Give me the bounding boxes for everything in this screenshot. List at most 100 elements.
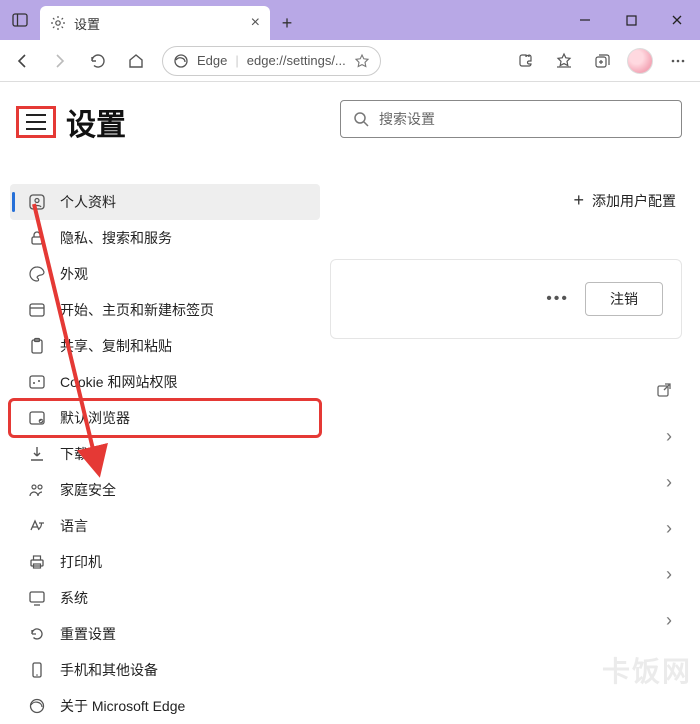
browser-tab-active[interactable]: 设置 × — [40, 6, 270, 40]
more-button[interactable] — [660, 43, 696, 79]
browser-default-icon — [28, 409, 46, 427]
page-header: 设置 — [10, 100, 320, 144]
menu-label: Cookie 和网站权限 — [60, 372, 177, 392]
menu-label: 默认浏览器 — [60, 408, 130, 428]
chevron-right-icon: › — [666, 610, 672, 631]
profile-option-row[interactable]: › — [330, 505, 682, 551]
palette-icon — [28, 265, 46, 283]
add-profile-button[interactable]: + 添加用户配置 — [330, 190, 676, 211]
refresh-button[interactable] — [80, 43, 116, 79]
cookie-icon — [28, 373, 46, 391]
menu-label: 关于 Microsoft Edge — [60, 696, 185, 716]
clipboard-icon — [28, 337, 46, 355]
window-titlebar: 设置 × + — [0, 0, 700, 40]
collections-icon — [593, 52, 611, 70]
profile-option-row[interactable] — [330, 367, 682, 413]
forward-icon — [51, 52, 69, 70]
printer-icon — [28, 553, 46, 571]
settings-menu: 个人资料 隐私、搜索和服务 外观 开始、主页和新建标签页 共享、复制和粘贴 Co… — [10, 184, 320, 724]
plus-icon: + — [573, 190, 584, 211]
menu-item-family[interactable]: 家庭安全 — [10, 472, 320, 508]
phone-icon — [28, 661, 46, 679]
settings-menu-toggle[interactable] — [16, 106, 56, 138]
menu-item-start[interactable]: 开始、主页和新建标签页 — [10, 292, 320, 328]
profile-card: ••• 注销 — [330, 259, 682, 339]
back-icon — [13, 52, 31, 70]
address-url: edge://settings/... — [247, 53, 346, 68]
menu-label: 家庭安全 — [60, 480, 116, 500]
plus-icon: + — [282, 13, 293, 34]
tabstrip-icon — [12, 12, 28, 28]
page-content: 设置 个人资料 隐私、搜索和服务 外观 开始、主页和新建标签页 共享、复制和粘贴 — [0, 82, 700, 696]
profile-button[interactable] — [622, 43, 658, 79]
menu-label: 隐私、搜索和服务 — [60, 228, 172, 248]
menu-item-about[interactable]: 关于 Microsoft Edge — [10, 688, 320, 724]
window-close-button[interactable] — [654, 0, 700, 40]
add-profile-label: 添加用户配置 — [592, 191, 676, 211]
home-button[interactable] — [118, 43, 154, 79]
refresh-icon — [89, 52, 107, 70]
menu-item-cookies[interactable]: Cookie 和网站权限 — [10, 364, 320, 400]
browser-toolbar: Edge | edge://settings/... — [0, 40, 700, 82]
window-icon — [28, 301, 46, 319]
tab-title: 设置 — [74, 14, 100, 33]
favorite-icon[interactable] — [354, 53, 370, 69]
page-title: 设置 — [66, 100, 126, 144]
menu-item-reset[interactable]: 重置设置 — [10, 616, 320, 652]
menu-item-printer[interactable]: 打印机 — [10, 544, 320, 580]
menu-item-appearance[interactable]: 外观 — [10, 256, 320, 292]
settings-sidebar: 设置 个人资料 隐私、搜索和服务 外观 开始、主页和新建标签页 共享、复制和粘贴 — [0, 82, 330, 696]
menu-label: 下载 — [60, 444, 88, 464]
settings-search-input[interactable]: 搜索设置 — [340, 100, 682, 138]
profile-option-row[interactable]: › — [330, 459, 682, 505]
family-icon — [28, 481, 46, 499]
favorites-button[interactable] — [546, 43, 582, 79]
menu-item-language[interactable]: 语言 — [10, 508, 320, 544]
window-minimize-button[interactable] — [562, 0, 608, 40]
menu-label: 手机和其他设备 — [60, 660, 158, 680]
profile-option-row[interactable]: › — [330, 551, 682, 597]
minimize-icon — [579, 14, 591, 26]
menu-label: 外观 — [60, 264, 88, 284]
menu-item-devices[interactable]: 手机和其他设备 — [10, 652, 320, 688]
gear-icon — [50, 15, 66, 31]
window-controls — [562, 0, 700, 40]
menu-label: 打印机 — [60, 552, 102, 572]
menu-label: 个人资料 — [60, 192, 116, 212]
chevron-right-icon: › — [666, 426, 672, 447]
menu-label: 语言 — [60, 516, 88, 536]
menu-item-privacy[interactable]: 隐私、搜索和服务 — [10, 220, 320, 256]
menu-item-share[interactable]: 共享、复制和粘贴 — [10, 328, 320, 364]
titlebar-left: 设置 × + — [0, 0, 304, 40]
collections-button[interactable] — [584, 43, 620, 79]
close-icon — [671, 14, 683, 26]
menu-label: 系统 — [60, 588, 88, 608]
menu-item-downloads[interactable]: 下载 — [10, 436, 320, 472]
profile-option-row[interactable]: › — [330, 597, 682, 643]
logout-button[interactable]: 注销 — [585, 282, 663, 316]
chevron-right-icon: › — [666, 518, 672, 539]
address-bar[interactable]: Edge | edge://settings/... — [162, 46, 381, 76]
window-maximize-button[interactable] — [608, 0, 654, 40]
puzzle-icon — [517, 52, 535, 70]
tab-actions-button[interactable] — [0, 0, 40, 40]
new-tab-button[interactable]: + — [270, 6, 304, 40]
profile-icon — [28, 193, 46, 211]
more-horizontal-icon — [669, 52, 687, 70]
forward-button[interactable] — [42, 43, 78, 79]
tab-close-button[interactable]: × — [251, 14, 260, 32]
extensions-button[interactable] — [508, 43, 544, 79]
profile-option-row[interactable]: › — [330, 413, 682, 459]
chevron-right-icon: › — [666, 564, 672, 585]
language-icon — [28, 517, 46, 535]
address-identity: Edge — [197, 53, 227, 68]
hamburger-icon — [25, 113, 47, 131]
menu-item-system[interactable]: 系统 — [10, 580, 320, 616]
back-button[interactable] — [4, 43, 40, 79]
external-link-icon — [656, 382, 672, 398]
menu-item-default-browser[interactable]: 默认浏览器 — [10, 400, 320, 436]
menu-item-profile[interactable]: 个人资料 — [10, 184, 320, 220]
profile-more-button[interactable]: ••• — [546, 290, 569, 308]
home-icon — [127, 52, 145, 70]
lock-icon — [28, 229, 46, 247]
